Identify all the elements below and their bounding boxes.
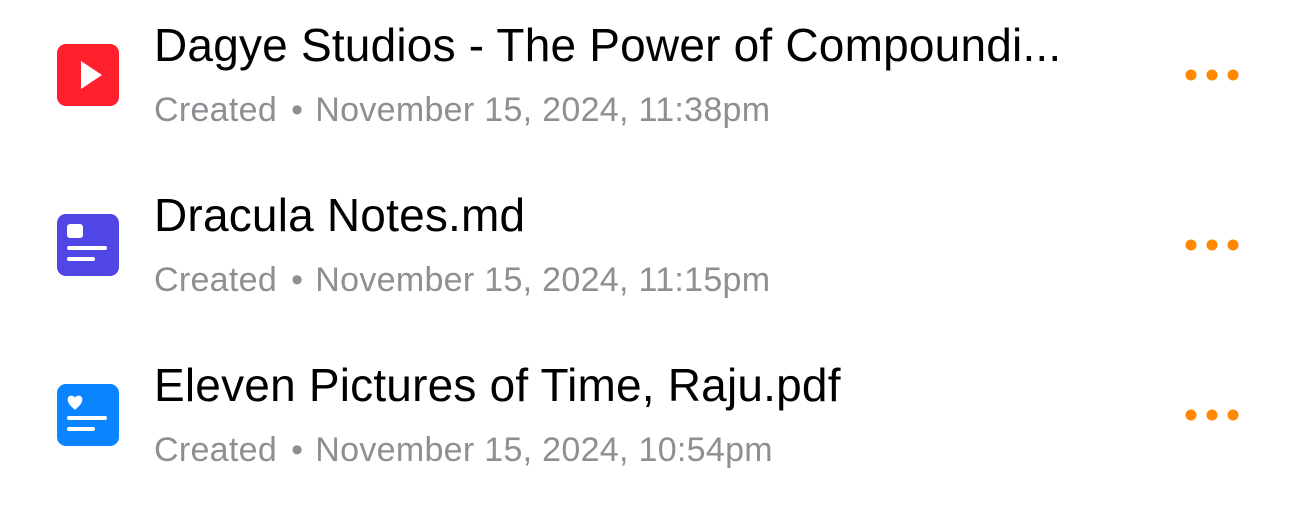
separator-dot: • (291, 431, 304, 469)
more-options-button[interactable] (1180, 398, 1244, 432)
created-date: November 15, 2024, 11:15pm (315, 261, 771, 299)
more-options-button[interactable] (1180, 228, 1244, 262)
file-list: Dagye Studios - The Power of Compoundi..… (0, 0, 1290, 491)
created-date: November 15, 2024, 10:54pm (315, 431, 773, 469)
item-meta: Created • November 15, 2024, 11:15pm (154, 258, 770, 302)
created-label: Created (154, 91, 278, 129)
item-title: Eleven Pictures of Time, Raju.pdf (154, 359, 841, 411)
list-item[interactable]: Dagye Studios - The Power of Compoundi..… (0, 0, 1290, 170)
created-label: Created (154, 261, 278, 299)
ellipsis-icon (1185, 69, 1239, 81)
list-item[interactable]: Dracula Notes.md Created • November 15, 20… (0, 170, 1290, 340)
list-item[interactable]: Eleven Pictures of Time, Raju.pdf Create… (0, 340, 1290, 510)
separator-dot: • (291, 91, 304, 129)
item-title: Dagye Studios - The Power of Compoundi..… (154, 19, 1062, 71)
created-label: Created (154, 431, 278, 469)
separator-dot: • (291, 261, 304, 299)
created-date: November 15, 2024, 11:38pm (315, 91, 771, 129)
ellipsis-icon (1185, 239, 1239, 251)
more-options-button[interactable] (1180, 58, 1244, 92)
note-document-icon (57, 214, 119, 276)
ellipsis-icon (1185, 409, 1239, 421)
video-icon (57, 44, 119, 106)
item-meta: Created • November 15, 2024, 11:38pm (154, 88, 770, 132)
pdf-document-icon (57, 384, 119, 446)
item-title: Dracula Notes.md (154, 189, 526, 241)
item-meta: Created • November 15, 2024, 10:54pm (154, 428, 773, 472)
